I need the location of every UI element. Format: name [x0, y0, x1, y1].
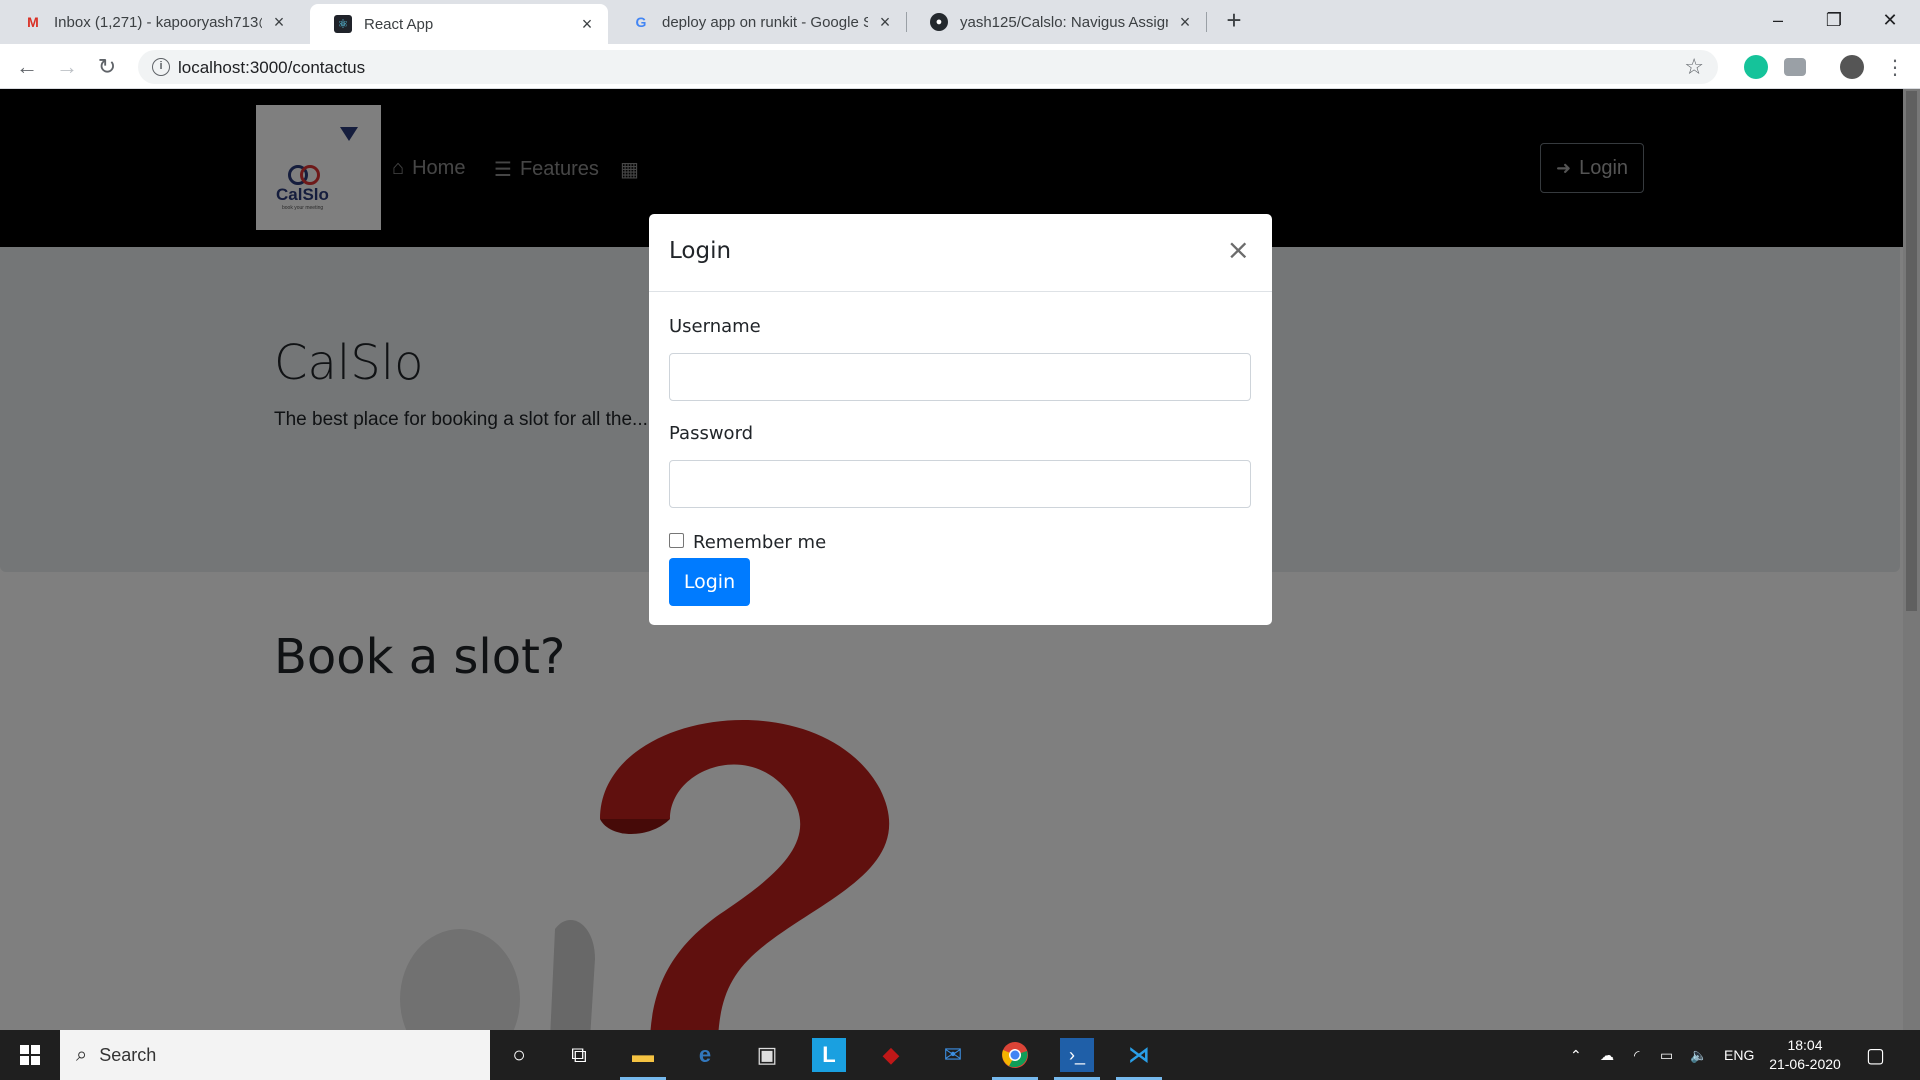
react-icon: ⚛: [334, 15, 352, 33]
tab-close-icon[interactable]: ×: [578, 14, 596, 35]
google-icon: G: [635, 14, 647, 30]
tab-google-search[interactable]: G deploy app on runkit - Google Se ×: [608, 0, 906, 44]
github-icon: ●: [930, 13, 948, 31]
tab-github[interactable]: ● yash125/Calslo: Navigus Assignm ×: [906, 0, 1206, 44]
camera-icon[interactable]: [1784, 58, 1806, 76]
taskbar-clock[interactable]: 18:04 21-06-2020: [1760, 1036, 1850, 1074]
grammarly-icon[interactable]: [1744, 55, 1768, 79]
browser-toolbar: ← → ↻ i localhost:3000/contactus ☆ ⋮: [0, 44, 1920, 89]
tab-title: Inbox (1,271) - kapooryash713@: [54, 13, 262, 31]
powershell-icon[interactable]: ›_: [1054, 1038, 1100, 1080]
tab-title: React App: [364, 15, 434, 33]
gmail-icon: M: [27, 14, 39, 30]
chrome-icon[interactable]: [992, 1038, 1038, 1080]
username-label: Username: [669, 316, 761, 337]
windows-taskbar: ⌕ Search ○ ⧉ ▬ e ▣ L ◆ ✉ ›_ ⋊ ⌃ ☁ ◜ ▭ 🔈 …: [0, 1030, 1920, 1080]
file-explorer-icon[interactable]: ▬: [620, 1038, 666, 1080]
password-input[interactable]: [669, 460, 1251, 508]
tab-separator: [1206, 12, 1207, 32]
mail-icon[interactable]: ✉: [936, 1038, 970, 1072]
cortana-icon[interactable]: ○: [502, 1038, 536, 1072]
language-indicator[interactable]: ENG: [1724, 1030, 1754, 1080]
windows-logo-icon: [20, 1045, 40, 1065]
tab-close-icon[interactable]: ×: [1176, 12, 1194, 33]
clock-time: 18:04: [1787, 1037, 1823, 1053]
modal-header: Login ×: [649, 214, 1272, 292]
page-viewport: CalSlo book your meeting ⌂ Home ☰ Featur…: [0, 89, 1920, 1030]
task-view-icon[interactable]: ⧉: [562, 1038, 596, 1072]
vscode-icon[interactable]: ⋊: [1116, 1038, 1162, 1080]
search-icon: ⌕: [76, 1043, 88, 1066]
modal-title: Login: [669, 238, 732, 264]
taskbar-search-box[interactable]: ⌕ Search: [60, 1030, 490, 1080]
browser-menu-icon[interactable]: ⋮: [1880, 52, 1910, 82]
volume-icon[interactable]: 🔈: [1690, 1030, 1707, 1080]
wifi-icon[interactable]: ◜: [1634, 1030, 1639, 1080]
minimize-button[interactable]: –: [1750, 0, 1806, 40]
battery-icon[interactable]: ▭: [1660, 1030, 1673, 1080]
tray-chevron-icon[interactable]: ⌃: [1570, 1030, 1582, 1080]
profile-avatar[interactable]: [1840, 55, 1864, 79]
close-icon[interactable]: ×: [1227, 236, 1250, 264]
login-modal: Login × Username Password Remember me Lo…: [649, 214, 1272, 625]
address-bar[interactable]: i localhost:3000/contactus ☆: [138, 50, 1718, 84]
new-tab-button[interactable]: +: [1220, 6, 1248, 34]
edge-icon[interactable]: e: [688, 1038, 722, 1072]
tab-gmail[interactable]: M Inbox (1,271) - kapooryash713@ ×: [0, 0, 300, 44]
l-app-icon[interactable]: L: [812, 1038, 846, 1072]
window-close-button[interactable]: ✕: [1862, 0, 1918, 40]
reload-icon[interactable]: ↻: [92, 52, 122, 82]
mcafee-icon[interactable]: ◆: [874, 1038, 908, 1072]
store-icon[interactable]: ▣: [750, 1038, 784, 1072]
back-arrow-icon[interactable]: ←: [12, 52, 42, 82]
taskbar-search-placeholder: Search: [99, 1044, 157, 1065]
clock-date: 21-06-2020: [1769, 1056, 1841, 1072]
onedrive-icon[interactable]: ☁: [1600, 1030, 1614, 1080]
tab-close-icon[interactable]: ×: [876, 12, 894, 33]
login-submit-button[interactable]: Login: [669, 558, 750, 606]
username-input[interactable]: [669, 353, 1251, 401]
browser-tab-strip: M Inbox (1,271) - kapooryash713@ × ⚛ Rea…: [0, 0, 1920, 44]
site-info-icon[interactable]: i: [152, 58, 170, 76]
bookmark-star-icon[interactable]: ☆: [1684, 54, 1704, 80]
tab-title: deploy app on runkit - Google Se: [662, 13, 868, 31]
forward-arrow-icon[interactable]: →: [52, 52, 82, 82]
tab-react-app[interactable]: ⚛ React App ×: [310, 4, 608, 44]
url-text[interactable]: localhost:3000/contactus: [178, 58, 365, 78]
notifications-icon[interactable]: ▢: [1866, 1030, 1885, 1080]
start-button[interactable]: [0, 1030, 60, 1080]
remember-me-checkbox[interactable]: [669, 533, 684, 548]
remember-me-label[interactable]: Remember me: [693, 532, 826, 553]
password-label: Password: [669, 423, 754, 444]
restore-button[interactable]: ❐: [1806, 0, 1862, 40]
tab-title: yash125/Calslo: Navigus Assignm: [960, 13, 1168, 31]
tab-close-icon[interactable]: ×: [270, 12, 288, 33]
